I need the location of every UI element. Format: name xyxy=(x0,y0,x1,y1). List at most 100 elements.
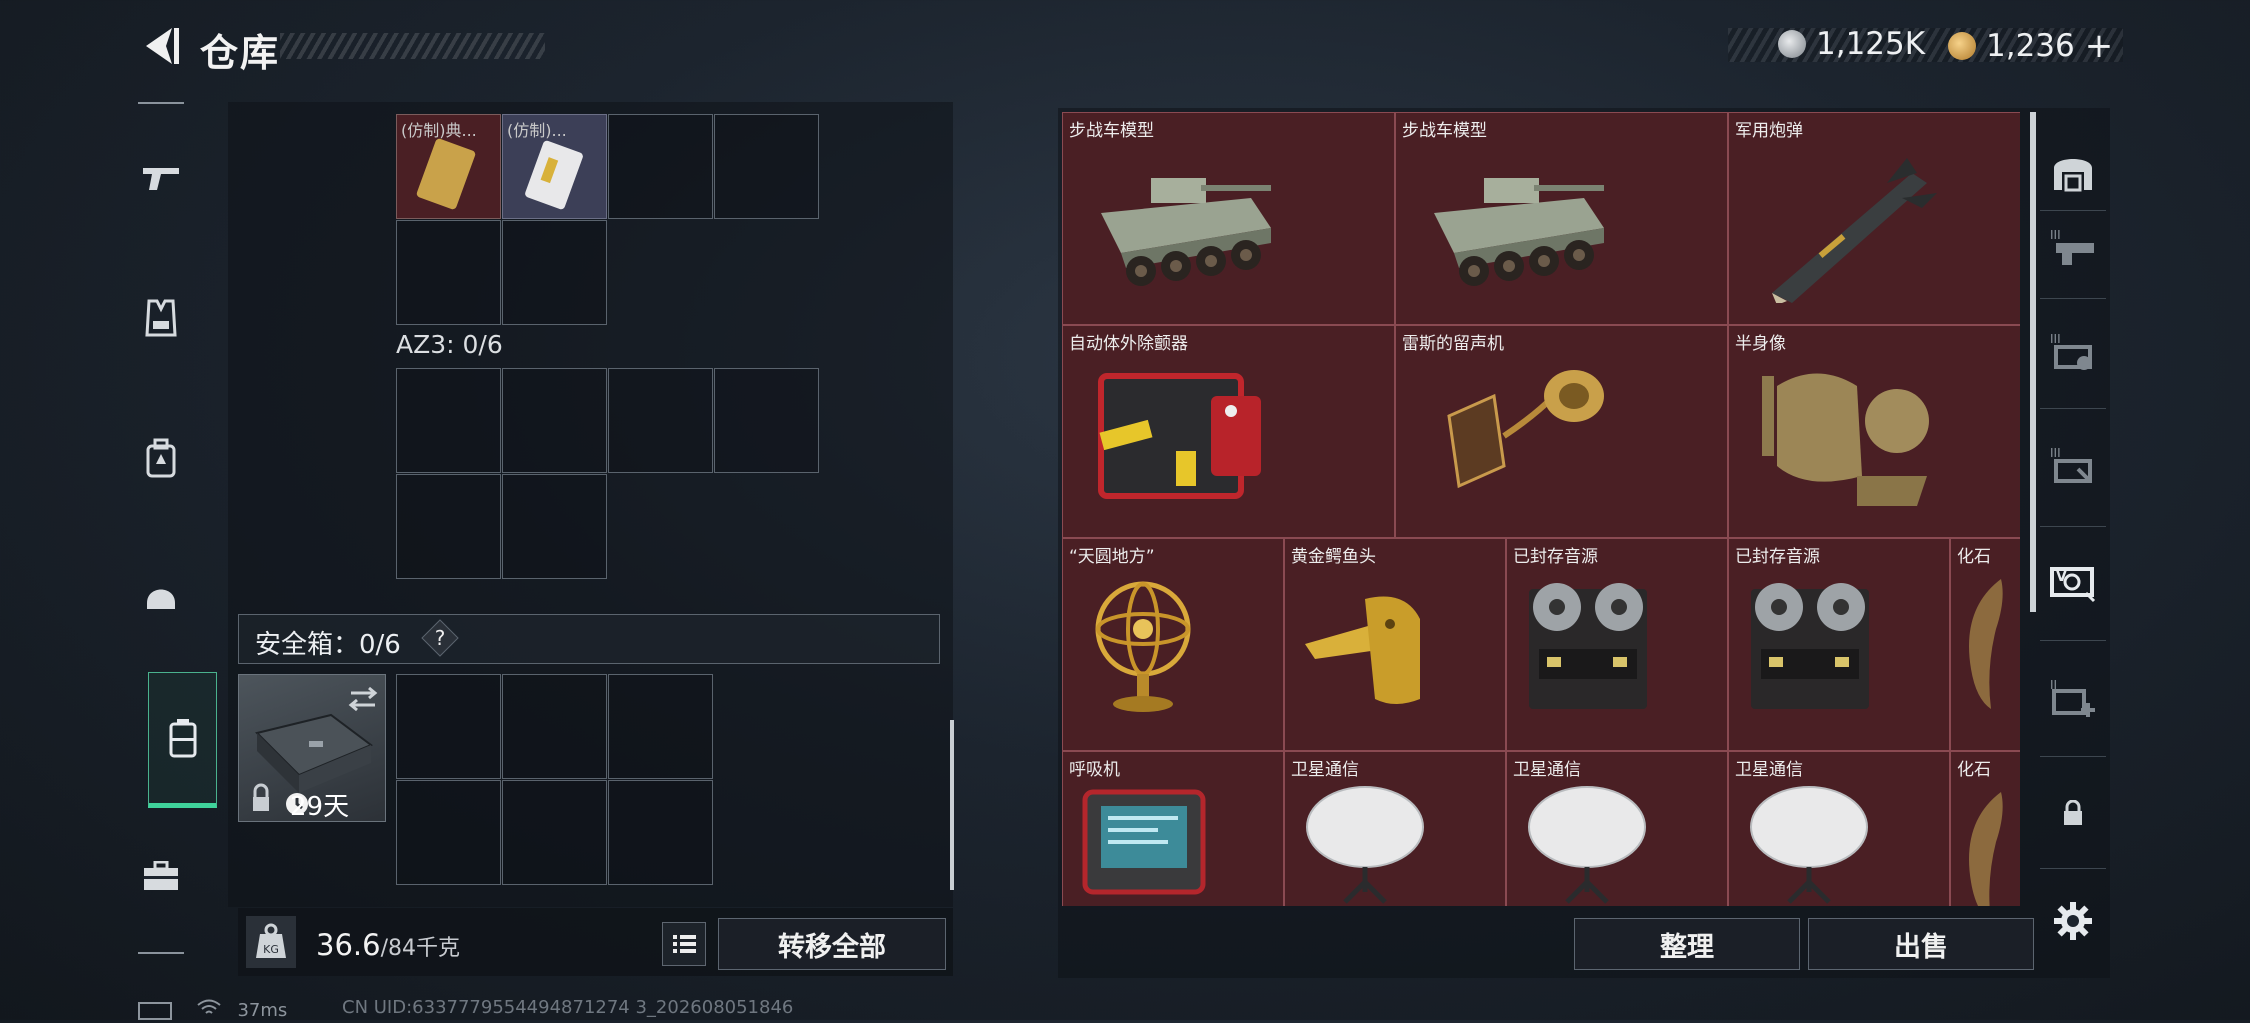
item-name: 卫星通信 xyxy=(1513,760,1581,780)
organize-button[interactable]: 整理 xyxy=(1574,918,1800,970)
reel-to-reel-recorder-icon xyxy=(1529,583,1647,709)
item-tile[interactable]: 化石 xyxy=(1950,751,2020,906)
item-name: 已封存音源 xyxy=(1513,547,1598,567)
transfer-all-button[interactable]: 转移全部 xyxy=(718,918,946,970)
briefcase-icon[interactable] xyxy=(138,846,184,906)
item-tile[interactable]: 卫星通信 xyxy=(1728,751,1950,906)
svg-text:KG: KG xyxy=(263,943,279,956)
list-icon xyxy=(673,935,696,953)
helmet-icon[interactable] xyxy=(138,566,184,626)
item-tile[interactable]: 军用炮弹 xyxy=(1728,112,2020,325)
item-tile[interactable]: 步战车模型 xyxy=(1062,112,1395,325)
container-tab[interactable] xyxy=(148,672,217,808)
item-tile[interactable]: 卫星通信 xyxy=(1506,751,1728,906)
item-tile[interactable]: 卫星通信 xyxy=(1284,751,1506,906)
safe-box-days: 29天 xyxy=(290,792,350,822)
storage-home-icon[interactable] xyxy=(2048,146,2098,196)
nav-divider xyxy=(2040,210,2106,211)
grid-cell[interactable] xyxy=(396,474,501,579)
grid-cell[interactable] xyxy=(502,220,607,325)
valuables-icon[interactable]: V xyxy=(2048,556,2098,606)
ventilator-icon xyxy=(1082,789,1206,895)
uid-text: CN UID:6337779554494871274 3_20260805184… xyxy=(342,997,794,1018)
battery-icon xyxy=(138,1001,172,1020)
list-view-button[interactable] xyxy=(662,922,706,966)
add-currency-button[interactable]: + xyxy=(2085,26,2114,66)
item-name: 黄金鳄鱼头 xyxy=(1291,547,1376,567)
gold-currency[interactable]: 1,236 + xyxy=(1948,26,2113,66)
tier3-gear-alt-icon[interactable]: III xyxy=(2048,440,2098,490)
nav-divider xyxy=(2040,408,2106,409)
item-tile[interactable]: 已封存音源 xyxy=(1506,538,1728,751)
svg-text:V: V xyxy=(2056,569,2067,585)
sell-button[interactable]: 出售 xyxy=(1808,918,2034,970)
ifv-model-icon xyxy=(1101,178,1271,286)
fossil-claw-icon xyxy=(1969,792,2003,906)
svg-text:III: III xyxy=(2050,446,2061,460)
grid-cell[interactable] xyxy=(714,368,819,473)
grid-cell[interactable] xyxy=(714,114,819,219)
container-label: AZ3: 0/6 xyxy=(396,330,503,359)
item-name: 军用炮弹 xyxy=(1735,121,1803,141)
grid-cell[interactable] xyxy=(396,368,501,473)
mini-item-card[interactable]: (仿制)... xyxy=(502,114,607,219)
item-tile[interactable]: 步战车模型 xyxy=(1395,112,1728,325)
svg-text:?: ? xyxy=(435,626,446,650)
reel-to-reel-recorder-icon xyxy=(1751,583,1869,709)
backpack-icon[interactable] xyxy=(138,428,184,488)
grid-cell[interactable] xyxy=(396,780,501,885)
item-tile[interactable]: 化石 xyxy=(1950,538,2020,751)
grid-cell[interactable] xyxy=(502,780,607,885)
nav-divider xyxy=(2040,756,2106,757)
container-icon xyxy=(169,719,196,758)
page-title: 仓库 xyxy=(200,31,281,75)
item-name: 化石 xyxy=(1957,760,1991,780)
item-tile[interactable]: 黄金鳄鱼头 xyxy=(1284,538,1506,751)
tier3-gear-icon[interactable]: III xyxy=(2048,326,2098,376)
item-tile[interactable]: 雷斯的留声机 xyxy=(1395,325,1728,538)
grid-cell[interactable] xyxy=(608,674,713,779)
grid-cell[interactable] xyxy=(396,674,501,779)
satellite-dish-icon xyxy=(1528,786,1646,904)
item-tile[interactable]: 自动体外除颤器 xyxy=(1062,325,1395,538)
pistol-icon[interactable] xyxy=(138,148,184,208)
grid-cell[interactable] xyxy=(608,114,713,219)
grid-cell[interactable] xyxy=(608,780,713,885)
item-tile[interactable]: 已封存音源 xyxy=(1728,538,1950,751)
settings-gear-icon[interactable] xyxy=(2048,896,2098,946)
weight-readout: 36.6/84千克 xyxy=(316,928,460,962)
item-name: 步战车模型 xyxy=(1069,121,1154,141)
item-tile[interactable]: 呼吸机 xyxy=(1062,751,1284,906)
item-name: 已封存音源 xyxy=(1735,547,1820,567)
grid-cell[interactable] xyxy=(502,474,607,579)
item-name: 自动体外除颤器 xyxy=(1069,334,1188,354)
status-bar: 37ms xyxy=(138,998,287,1023)
ifv-model-icon xyxy=(1434,178,1604,286)
gold-coin-icon xyxy=(1948,32,1976,60)
grid-cell[interactable] xyxy=(396,220,501,325)
item-tile[interactable]: “天圆地方” xyxy=(1062,538,1284,751)
help-icon[interactable]: ? xyxy=(420,618,460,658)
golden-crocodile-head-icon xyxy=(1305,596,1420,704)
locked-tab-icon[interactable] xyxy=(2048,788,2098,838)
item-name: 呼吸机 xyxy=(1069,760,1120,780)
back-icon[interactable] xyxy=(138,22,182,70)
item-name: 雷斯的留声机 xyxy=(1402,334,1504,354)
grid-cell[interactable] xyxy=(502,674,607,779)
item-name: 卫星通信 xyxy=(1735,760,1803,780)
artillery-shell-icon xyxy=(1772,158,1937,303)
item-tile[interactable]: 半身像 xyxy=(1728,325,2020,538)
tier3-weapon-icon[interactable]: III xyxy=(2048,222,2098,272)
grid-cell[interactable] xyxy=(608,368,713,473)
item-grid-scrollbar[interactable] xyxy=(2030,112,2036,612)
tier2-medical-icon[interactable]: II xyxy=(2048,672,2098,722)
nav-divider xyxy=(2040,526,2106,527)
silver-currency: 1,125K xyxy=(1778,26,1925,62)
left-category-nav xyxy=(138,102,184,954)
inventory-scrollbar[interactable] xyxy=(950,720,954,890)
bust-statue-icon xyxy=(1762,373,1929,506)
header-stripe xyxy=(280,33,545,59)
grid-cell[interactable] xyxy=(502,368,607,473)
mini-item-card[interactable]: (仿制)典... xyxy=(396,114,501,219)
vest-icon[interactable] xyxy=(138,288,184,348)
